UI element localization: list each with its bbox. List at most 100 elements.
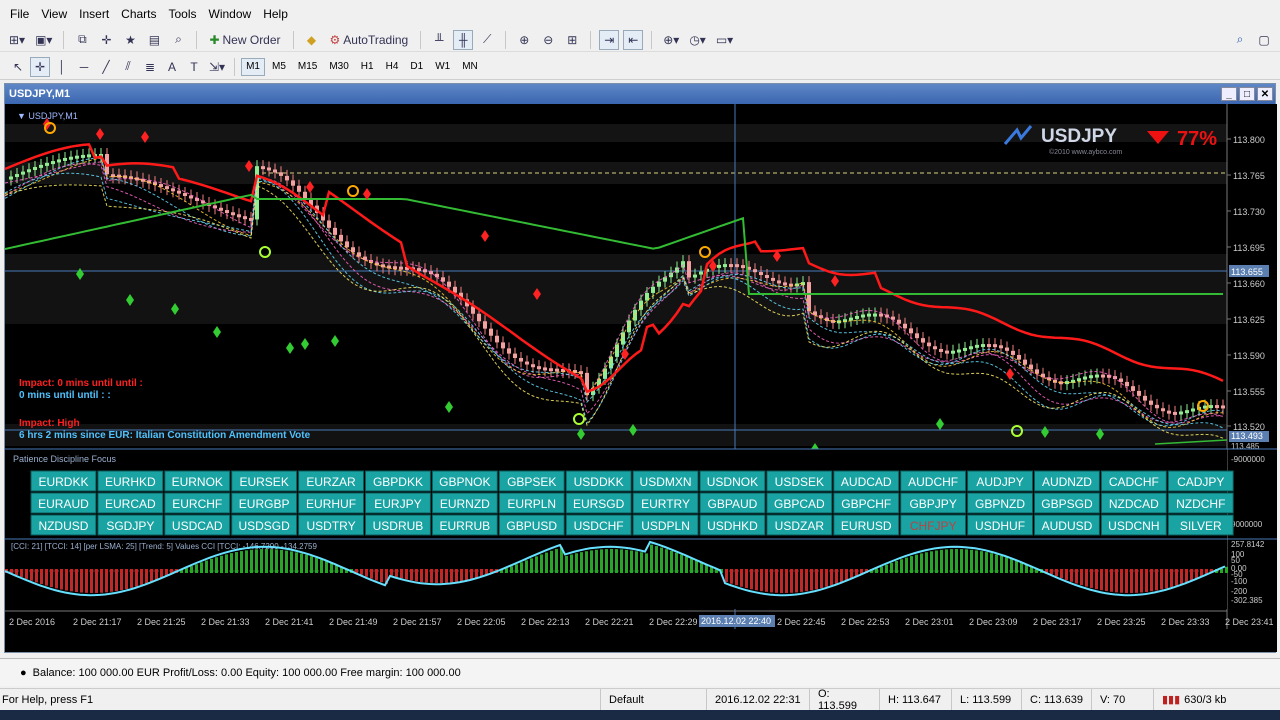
market-watch-icon[interactable]: ⧉ xyxy=(72,30,92,50)
text-icon[interactable]: A xyxy=(162,57,182,77)
pair-tile-label[interactable]: USDPLN xyxy=(641,519,690,533)
timeframe-d1[interactable]: D1 xyxy=(405,58,428,76)
pair-tile-label[interactable]: EURCAD xyxy=(105,497,156,511)
menu-insert[interactable]: Insert xyxy=(73,7,115,21)
pair-tile-label[interactable]: GBPCAD xyxy=(774,497,825,511)
pair-tile-label[interactable]: EURGBP xyxy=(239,497,290,511)
pair-tile-label[interactable]: NZDCAD xyxy=(1109,497,1159,511)
fibonacci-icon[interactable]: ≣ xyxy=(140,57,160,77)
pair-tile-label[interactable]: EURSGD xyxy=(573,497,625,511)
tile-windows-icon[interactable]: ⊞ xyxy=(562,30,582,50)
pair-tile-label[interactable]: USDTRY xyxy=(306,519,355,533)
navigator-icon[interactable]: ★ xyxy=(120,30,140,50)
strategy-tester-icon[interactable]: ⌕ xyxy=(168,30,188,50)
zoom-in-icon[interactable]: ⊕ xyxy=(514,30,534,50)
menu-charts[interactable]: Charts xyxy=(115,7,162,21)
periods-icon[interactable]: ◷▾ xyxy=(686,30,709,50)
search-icon[interactable]: ⌕ xyxy=(1230,30,1250,50)
minimize-button[interactable]: _ xyxy=(1221,87,1237,101)
timeframe-h1[interactable]: H1 xyxy=(356,58,379,76)
price-chart[interactable]: 113.800 113.765 113.730 113.695 113.660 113.6… xyxy=(5,104,1277,652)
menu-tools[interactable]: Tools xyxy=(163,7,203,21)
chat-icon[interactable]: ▢ xyxy=(1254,30,1274,50)
data-window-icon[interactable]: ✛ xyxy=(96,30,116,50)
pair-tile-label[interactable]: EURCHF xyxy=(172,497,222,511)
pair-tile-label[interactable]: CADJPY xyxy=(1177,475,1224,489)
close-button[interactable]: ✕ xyxy=(1257,87,1273,101)
templates-icon[interactable]: ▭▾ xyxy=(713,30,736,50)
pair-tile-label[interactable]: EURAUD xyxy=(38,497,89,511)
timeframe-mn[interactable]: MN xyxy=(457,58,483,76)
pair-tile-label[interactable]: EURDKK xyxy=(38,475,88,489)
pair-tile-label[interactable]: EURJPY xyxy=(374,497,421,511)
equidistant-channel-icon[interactable]: ⫽ xyxy=(118,57,138,77)
vertical-line-icon[interactable]: │ xyxy=(52,57,72,77)
cursor-icon[interactable]: ↖ xyxy=(8,57,28,77)
menu-window[interactable]: Window xyxy=(203,7,258,21)
pair-tile-label[interactable]: EURNZD xyxy=(440,497,490,511)
pair-tile-label[interactable]: EURUSD xyxy=(841,519,892,533)
new-order-button[interactable]: ✚ New Order xyxy=(205,30,284,50)
terminal-icon[interactable]: ▤ xyxy=(144,30,164,50)
pair-tile-label[interactable]: GBPUSD xyxy=(506,519,557,533)
pair-tile-label[interactable]: EURTRY xyxy=(641,497,690,511)
pair-tile-label[interactable]: USDCNH xyxy=(1108,519,1159,533)
auto-scroll-icon[interactable]: ⇥ xyxy=(599,29,620,50)
pair-tile-label[interactable]: USDSGD xyxy=(238,519,290,533)
pair-tile-label[interactable]: GBPAUD xyxy=(708,497,758,511)
timeframe-m5[interactable]: M5 xyxy=(267,58,291,76)
pair-tile-label[interactable]: USDDKK xyxy=(574,475,624,489)
pair-tile-label[interactable]: USDCAD xyxy=(172,519,223,533)
pair-tile-label[interactable]: CHFJPY xyxy=(910,519,957,533)
pair-tile-label[interactable]: SGDJPY xyxy=(106,519,154,533)
pair-tile-label[interactable]: USDHKD xyxy=(707,519,758,533)
trendline-icon[interactable]: ╱ xyxy=(96,57,116,77)
menu-view[interactable]: View xyxy=(35,7,73,21)
zoom-out-icon[interactable]: ⊖ xyxy=(538,30,558,50)
pair-tile-label[interactable]: AUDNZD xyxy=(1042,475,1092,489)
text-label-icon[interactable]: T xyxy=(184,57,204,77)
bar-chart-icon[interactable]: ╨ xyxy=(429,30,449,50)
pair-tile-label[interactable]: USDHUF xyxy=(975,519,1025,533)
pair-tile-label[interactable]: USDMXN xyxy=(640,475,692,489)
autotrading-button[interactable]: ⚙ AutoTrading xyxy=(326,30,413,50)
pair-tile-label[interactable]: EURZAR xyxy=(306,475,356,489)
chart-shift-icon[interactable]: ⇤ xyxy=(623,29,644,50)
pair-tile-label[interactable]: USDSEK xyxy=(775,475,824,489)
candlestick-icon[interactable]: ╫ xyxy=(453,29,474,50)
timeframe-h4[interactable]: H4 xyxy=(381,58,404,76)
pair-tile-label[interactable]: GBPNOK xyxy=(439,475,490,489)
timeframe-m30[interactable]: M30 xyxy=(324,58,353,76)
profiles-icon[interactable]: ▣▾ xyxy=(32,30,55,50)
pair-tile-label[interactable]: EURPLN xyxy=(507,497,556,511)
timeframe-m15[interactable]: M15 xyxy=(293,58,322,76)
meta-editor-icon[interactable]: ◆ xyxy=(302,30,322,50)
pair-tile-label[interactable]: GBPSGD xyxy=(1041,497,1093,511)
menu-file[interactable]: File xyxy=(4,7,35,21)
horizontal-line-icon[interactable]: ─ xyxy=(74,57,94,77)
new-chart-icon[interactable]: ⊞▾ xyxy=(6,30,28,50)
pair-tile-label[interactable]: EURHUF xyxy=(306,497,356,511)
pair-tile-label[interactable]: AUDUSD xyxy=(1042,519,1093,533)
pair-tile-label[interactable]: CADCHF xyxy=(1109,475,1159,489)
pair-tile-label[interactable]: USDNOK xyxy=(707,475,758,489)
pair-tile-label[interactable]: GBPDKK xyxy=(373,475,423,489)
pair-tile-label[interactable]: EURRUB xyxy=(440,519,491,533)
pair-tile-label[interactable]: USDCHF xyxy=(574,519,624,533)
line-chart-icon[interactable]: ⟋ xyxy=(477,30,497,50)
pair-tile-label[interactable]: EURSEK xyxy=(239,475,288,489)
menu-help[interactable]: Help xyxy=(257,7,294,21)
timeframe-w1[interactable]: W1 xyxy=(430,58,455,76)
crosshair-icon[interactable]: ✛ xyxy=(30,56,50,77)
pair-tile-label[interactable]: EURHKD xyxy=(105,475,156,489)
pair-tile-label[interactable]: NZDUSD xyxy=(38,519,88,533)
arrows-icon[interactable]: ⇲▾ xyxy=(206,57,228,77)
connection-status[interactable]: ▮▮▮ 630/3 kb xyxy=(1153,689,1280,710)
pair-tile-label[interactable]: USDZAR xyxy=(775,519,825,533)
indicators-icon[interactable]: ⊕▾ xyxy=(660,30,682,50)
pair-tile-label[interactable]: SILVER xyxy=(1180,519,1222,533)
pair-tile-label[interactable]: AUDCAD xyxy=(841,475,892,489)
pair-tile-label[interactable]: GBPNZD xyxy=(975,497,1025,511)
pair-tile-label[interactable]: AUDCHF xyxy=(908,475,958,489)
maximize-button[interactable]: □ xyxy=(1239,87,1255,101)
